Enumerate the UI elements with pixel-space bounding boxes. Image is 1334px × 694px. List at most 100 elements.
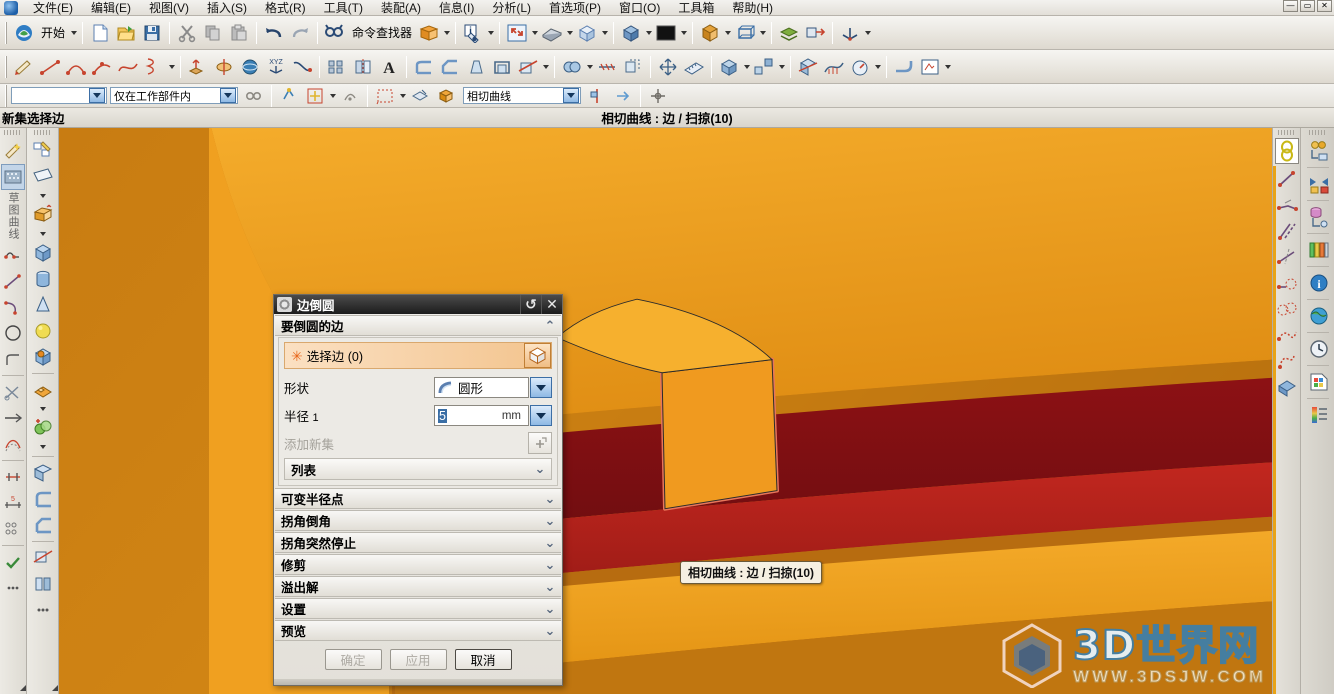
unite-caret-icon[interactable] xyxy=(38,441,47,453)
dialog-close-button[interactable]: ✕ xyxy=(541,295,562,314)
sketch-curve-icon[interactable] xyxy=(1,164,25,190)
select-general-icon[interactable] xyxy=(241,84,267,107)
menu-file[interactable]: 文件(E) xyxy=(24,2,82,15)
draft-icon[interactable] xyxy=(463,54,489,80)
assembly-caret-icon[interactable] xyxy=(742,54,751,80)
menu-analysis[interactable]: 分析(L) xyxy=(483,2,540,15)
zoom-caret-icon[interactable] xyxy=(565,20,574,46)
trim-body-icon[interactable] xyxy=(515,54,541,80)
group-corner-setback[interactable]: 拐角倒角 ⌄ xyxy=(275,510,561,531)
start-menu-label[interactable]: 开始 xyxy=(37,24,69,41)
cylinder-icon[interactable] xyxy=(31,266,55,292)
deviation-gauge-icon[interactable] xyxy=(847,54,873,80)
datum-plane-icon[interactable] xyxy=(289,54,315,80)
radius-stepper-icon[interactable] xyxy=(530,405,552,426)
wireframe-caret-icon[interactable] xyxy=(758,20,767,46)
shell-icon[interactable] xyxy=(31,460,55,486)
sketch-section-icon[interactable] xyxy=(31,138,55,164)
menu-window[interactable]: 窗口(O) xyxy=(610,2,669,15)
group-header-edges-to-blend[interactable]: 要倒圆的边 ⌃ xyxy=(275,315,561,336)
shaded-display-icon[interactable] xyxy=(618,20,644,46)
apply-button[interactable]: 应用 xyxy=(389,649,447,670)
orient-view-icon[interactable] xyxy=(574,20,600,46)
drafting-caret-icon[interactable] xyxy=(943,54,952,80)
wcs-caret-icon[interactable] xyxy=(863,20,872,46)
split-body-icon[interactable] xyxy=(31,571,55,597)
new-file-icon[interactable] xyxy=(87,20,113,46)
part-navigator-icon[interactable] xyxy=(1306,204,1330,230)
toolbar-grip[interactable] xyxy=(5,21,8,44)
dialog-title-bar[interactable]: 边倒圆 ↺ ✕ xyxy=(274,295,562,314)
add-new-set-button[interactable] xyxy=(528,432,552,454)
overflow-caret-icon[interactable] xyxy=(52,685,58,691)
ok-button[interactable]: 确定 xyxy=(324,649,382,670)
boolean-unite-icon[interactable] xyxy=(559,54,585,80)
pattern-curve-icon[interactable] xyxy=(1,516,25,542)
arc-icon[interactable] xyxy=(1,294,25,320)
orient-view-caret-icon[interactable] xyxy=(600,20,609,46)
measure-icon[interactable] xyxy=(681,54,707,80)
trim-icon[interactable] xyxy=(31,545,55,571)
snap-point-type-icon[interactable] xyxy=(302,84,328,107)
toolbar-grip[interactable] xyxy=(33,130,52,135)
line-icon[interactable] xyxy=(1,268,25,294)
shape-control[interactable]: 圆形 xyxy=(434,377,552,398)
toolbar-grip[interactable] xyxy=(1277,130,1296,135)
chevron-down-icon[interactable]: ⌄ xyxy=(529,461,551,477)
curvature-analysis-icon[interactable] xyxy=(821,54,847,80)
shape-dropdown-icon[interactable] xyxy=(530,377,552,398)
group-trim[interactable]: 修剪 ⌄ xyxy=(275,554,561,575)
mirror-feature-icon[interactable] xyxy=(350,54,376,80)
sketch-icon[interactable] xyxy=(11,54,37,80)
extrude-icon[interactable] xyxy=(31,202,55,228)
fit-view-caret-icon[interactable] xyxy=(530,20,539,46)
selection-scope-dropdown-icon[interactable] xyxy=(220,88,236,103)
trim-curve-icon[interactable] xyxy=(1,379,25,405)
explode-view-icon[interactable] xyxy=(751,54,777,80)
group-preview[interactable]: 预览 ⌄ xyxy=(275,620,561,641)
group-settings[interactable]: 设置 ⌄ xyxy=(275,598,561,619)
move-object-icon[interactable] xyxy=(655,54,681,80)
graphics-viewport[interactable]: 相切曲线 : 边 / 扫掠(10) Z Y X xyxy=(59,128,1272,694)
redo-icon[interactable] xyxy=(287,20,313,46)
offset-face-icon[interactable] xyxy=(620,54,646,80)
chevron-down-icon[interactable]: ⌄ xyxy=(539,513,561,529)
helix-icon[interactable] xyxy=(141,54,167,80)
chevron-down-icon[interactable]: ⌄ xyxy=(539,535,561,551)
information-caret-icon[interactable] xyxy=(486,20,495,46)
boolean-caret-icon[interactable] xyxy=(585,54,594,80)
boss-caret-icon[interactable] xyxy=(38,403,47,415)
menu-tools[interactable]: 工具(T) xyxy=(315,2,372,15)
rectangle-select-caret-icon[interactable] xyxy=(398,84,407,107)
fillet-icon[interactable] xyxy=(1,346,25,372)
command-finder-icon[interactable] xyxy=(322,20,348,46)
face-select-icon[interactable] xyxy=(407,84,433,107)
curve-caret-icon[interactable] xyxy=(167,54,176,80)
curve-rule-combo[interactable]: 相切曲线 xyxy=(463,87,581,104)
group-variable-radius-points[interactable]: 可变半径点 ⌄ xyxy=(275,488,561,509)
sphere-icon[interactable] xyxy=(31,318,55,344)
move-to-layer-icon[interactable] xyxy=(802,20,828,46)
region-boundary-icon[interactable] xyxy=(1275,322,1299,348)
more-commands-icon[interactable] xyxy=(1,575,25,601)
chevron-down-icon[interactable]: ⌄ xyxy=(539,579,561,595)
selection-type-filter-dropdown-icon[interactable] xyxy=(89,88,105,103)
pattern-feature-icon[interactable] xyxy=(324,54,350,80)
chamfer-icon[interactable] xyxy=(31,512,55,538)
follow-fillet-icon[interactable] xyxy=(610,84,636,107)
layer-settings-icon[interactable] xyxy=(776,20,802,46)
feature-caret-icon[interactable] xyxy=(541,54,550,80)
selection-type-filter[interactable] xyxy=(11,87,107,104)
analysis-section-icon[interactable] xyxy=(795,54,821,80)
snap-arc-center-icon[interactable] xyxy=(337,84,363,107)
analysis-caret-icon[interactable] xyxy=(873,54,882,80)
zoom-icon[interactable] xyxy=(539,20,565,46)
sphere-icon[interactable] xyxy=(237,54,263,80)
snap-point-icon[interactable] xyxy=(276,84,302,107)
extrude-caret-icon[interactable] xyxy=(38,228,47,240)
single-curve-icon[interactable] xyxy=(1275,166,1299,192)
menu-format[interactable]: 格式(R) xyxy=(256,2,315,15)
extrude-icon[interactable] xyxy=(185,54,211,80)
save-icon[interactable] xyxy=(139,20,165,46)
overflow-caret-icon[interactable] xyxy=(20,685,26,691)
